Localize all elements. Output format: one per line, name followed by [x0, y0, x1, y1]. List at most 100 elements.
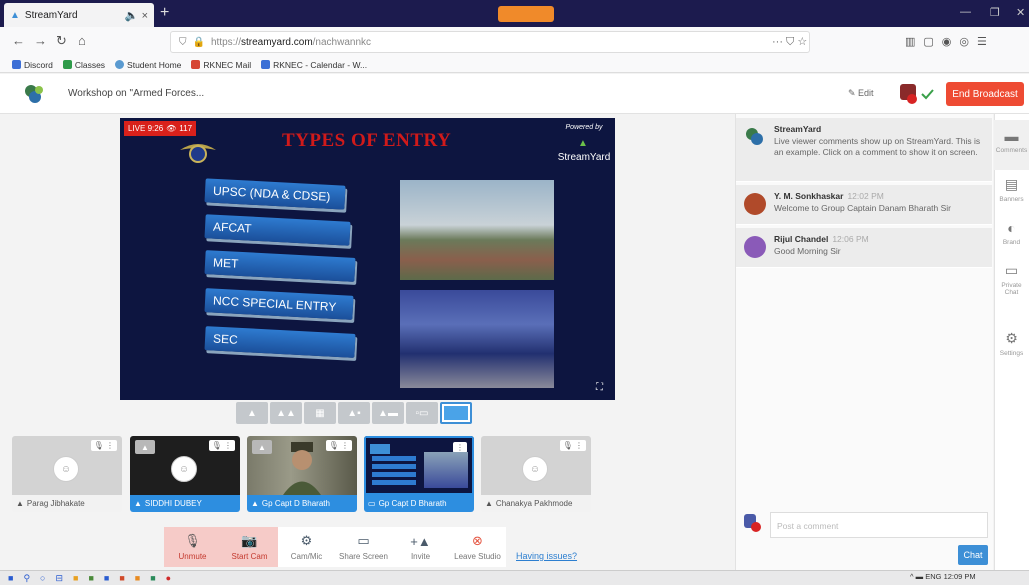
url-host: streamyard.com — [240, 36, 313, 48]
cam-mic-button[interactable]: ⚙ Cam/Mic — [278, 527, 335, 567]
comment-author: StreamYard — [774, 124, 822, 134]
close-window-icon[interactable]: ✕ — [1016, 6, 1025, 19]
clock: 12:09 PM — [943, 572, 976, 581]
app-icon[interactable]: ● — [166, 573, 171, 583]
mic-muted-icon[interactable]: 🎙 ⋮ — [325, 440, 352, 451]
broadcast-title[interactable]: Workshop on "Armed Forces... — [68, 88, 204, 99]
search-icon[interactable]: ⚲ — [23, 573, 30, 584]
comment-item[interactable]: StreamYard Live viewer comments show up … — [736, 118, 992, 182]
bookmark-calendar[interactable]: RKNEC - Calendar - W... — [261, 60, 367, 70]
fullscreen-icon[interactable]: ⛶ — [596, 382, 603, 393]
comment-text: Welcome to Group Captain Danam Bharath S… — [774, 203, 952, 213]
rail-comments[interactable]: ▬ Comments — [994, 120, 1029, 170]
layout-fullscreen[interactable] — [440, 402, 472, 424]
home-icon[interactable]: ⌂ — [78, 33, 86, 48]
person-icon: ▲ — [134, 499, 142, 508]
comment-item[interactable]: Y. M. Sonkhaskar 12:02 PM Welcome to Grou… — [736, 185, 992, 225]
participant-card[interactable]: ▲ 🎙 ⋮ ☺ ▲ SIDDHI DUBEY — [130, 436, 240, 512]
participant-card[interactable]: 🎙 ⋮ ☺ ▲ Chanakya Pakhmode — [481, 436, 591, 512]
app-icon[interactable]: ■ — [88, 573, 93, 583]
end-broadcast-button[interactable]: End Broadcast — [946, 82, 1024, 106]
toolbar-extensions-icon[interactable]: ▥▢◉◎☰ — [905, 35, 995, 48]
chat-icon: ▭ — [1004, 262, 1019, 278]
mic-muted-icon[interactable]: 🎙 ⋮ — [208, 440, 235, 451]
task-view-icon[interactable]: ⊟ — [55, 573, 63, 584]
reload-icon[interactable]: ↻ — [56, 33, 67, 49]
back-icon[interactable]: ← — [12, 33, 25, 48]
share-screen-button[interactable]: ▭ Share Screen — [335, 527, 392, 567]
mic-muted-icon[interactable]: 🎙 ⋮ — [90, 440, 117, 451]
powered-by-label: Powered by — [565, 124, 603, 131]
live-badge: LIVE 9:26 👁 117 — [124, 121, 197, 136]
studio-toolbar: 🎙 Unmute 📷 Start Cam ⚙ Cam/Mic ▭ Share Scree… — [164, 527, 506, 567]
streamyard-brand: StreamYard — [557, 152, 611, 163]
aircraft-photo — [400, 180, 554, 280]
comments-panel — [735, 114, 993, 570]
comment-author: Y. M. Sonkhaskar — [774, 191, 844, 201]
gear-icon: ⚙ — [1005, 330, 1018, 346]
avatar-placeholder-icon: ☺ — [522, 456, 548, 482]
invite-button[interactable]: +▲ Invite — [392, 527, 449, 567]
comment-item[interactable]: Rijul Chandel 12:06 PM Good Morning Sir — [736, 228, 992, 268]
new-tab-button[interactable]: + — [160, 4, 169, 22]
having-issues-link[interactable]: Having issues? — [516, 551, 577, 561]
page-actions-icon[interactable]: ··· ⛉ ☆ — [772, 35, 807, 49]
streamyard-avatar-icon — [746, 128, 763, 145]
participant-name: Chanakya Pakhmode — [495, 499, 573, 508]
app-icon[interactable]: ■ — [150, 573, 155, 583]
bookmark-student-home[interactable]: Student Home — [115, 60, 181, 70]
participant-card[interactable]: ▲ 🎙 ⋮ ▲ Gp Capt D Bharath — [247, 436, 357, 512]
user-avatar-icon — [744, 193, 766, 215]
screen-icon: ▭ — [368, 499, 376, 508]
officer-video-icon — [283, 442, 321, 495]
maximize-icon[interactable]: ❐ — [990, 6, 1000, 19]
bookmark-classes[interactable]: Classes — [62, 60, 105, 70]
cortana-icon[interactable]: ○ — [40, 573, 45, 583]
participant-card[interactable]: 🎙 ⋮ ☺ ▲ Parag Jibhakate — [12, 436, 122, 512]
comment-input[interactable]: Post a comment — [770, 512, 988, 538]
avatar-placeholder-icon: ☺ — [53, 456, 79, 482]
comment-author: Rijul Chandel — [774, 234, 829, 244]
bookmark-discord[interactable]: Discord — [12, 60, 53, 70]
layout-news[interactable]: ▲▬ — [372, 402, 404, 424]
layout-solo[interactable]: ▲ — [236, 402, 268, 424]
leave-icon: ⊗ — [472, 533, 483, 548]
address-bar[interactable]: ⛉ 🔒 https://streamyard.com/nachwannkc — [170, 31, 810, 53]
browser-tab[interactable]: ▲ StreamYard 🔈 × — [4, 3, 154, 27]
close-tab-icon[interactable]: 🔈 × — [125, 9, 148, 22]
app-icon[interactable]: ■ — [104, 573, 109, 583]
app-icon[interactable]: ■ — [135, 573, 140, 583]
streamyard-logo-icon — [25, 85, 43, 103]
participant-name: Parag Jibhakate — [26, 499, 85, 508]
unmute-button[interactable]: 🎙 Unmute — [164, 527, 221, 567]
rail-banners[interactable]: ▤ Banners — [994, 174, 1029, 203]
destination-avatar-icon[interactable] — [742, 512, 764, 534]
layout-group[interactable]: ▦ — [304, 402, 336, 424]
screen-share-thumb — [370, 444, 390, 454]
rail-settings[interactable]: ⚙ Settings — [994, 330, 1029, 357]
destination-avatar-icon[interactable] — [896, 82, 936, 106]
person-placeholder-icon: ▲ — [135, 440, 155, 454]
leave-studio-button[interactable]: ⊗ Leave Studio — [449, 527, 506, 567]
forward-icon[interactable]: → — [34, 33, 47, 48]
rail-private-chat[interactable]: ▭ Private Chat — [994, 262, 1029, 296]
tab-title: StreamYard — [24, 9, 78, 21]
participant-name: Gp Capt D Bharath — [378, 499, 447, 508]
air-force-emblem-icon — [180, 144, 216, 163]
start-cam-button[interactable]: 📷 Start Cam — [221, 527, 278, 567]
app-icon[interactable]: ■ — [119, 573, 124, 583]
edit-button[interactable]: ✎ Edit — [848, 88, 874, 99]
mic-muted-icon[interactable]: 🎙 ⋮ — [559, 440, 586, 451]
layout-thin[interactable]: ▲▲ — [270, 402, 302, 424]
windows-start-icon[interactable]: ■ — [8, 573, 13, 583]
chat-button[interactable]: Chat — [958, 545, 988, 565]
layout-screen[interactable]: ▫▭ — [406, 402, 438, 424]
app-icon[interactable]: ■ — [73, 573, 78, 583]
rail-brand[interactable]: ◐ Brand — [994, 220, 1029, 246]
bookmark-rknec-mail[interactable]: RKNEC Mail — [191, 60, 251, 70]
screen-share-thumb — [372, 456, 416, 486]
minimize-icon[interactable]: — — [960, 6, 971, 18]
participant-card[interactable]: ⋮ ▭ Gp Capt D Bharath — [364, 436, 474, 512]
layout-leader[interactable]: ▲▪ — [338, 402, 370, 424]
extension-icon[interactable] — [498, 6, 554, 22]
